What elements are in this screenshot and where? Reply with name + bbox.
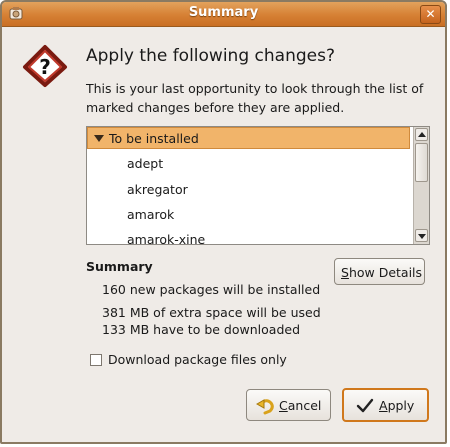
list-item[interactable]: akregator <box>127 182 188 197</box>
svg-text:?: ? <box>39 55 51 79</box>
show-details-label: Show Details <box>341 265 423 280</box>
list-item[interactable]: amarok <box>127 207 174 222</box>
scroll-down-button[interactable] <box>415 229 428 242</box>
summary-line: 381 MB of extra space will be used <box>102 305 321 320</box>
list-item[interactable]: adept <box>127 156 163 171</box>
download-only-label[interactable]: Download package files only <box>108 352 287 367</box>
checkmark-icon <box>356 398 374 413</box>
cancel-label: Cancel <box>279 398 322 413</box>
summary-dialog: Summary ✕ ? Apply the following changes?… <box>0 0 447 444</box>
summary-line: 133 MB have to be downloaded <box>102 322 300 337</box>
close-icon: ✕ <box>425 7 436 21</box>
list-item[interactable]: amarok-xine <box>127 232 205 244</box>
list-scrollbar[interactable] <box>413 127 429 244</box>
apply-label: Apply <box>379 398 415 413</box>
group-label: To be installed <box>109 131 199 146</box>
summary-line: 160 new packages will be installed <box>102 282 321 297</box>
title-bar[interactable]: Summary ✕ <box>2 2 445 27</box>
show-details-button[interactable]: Show Details <box>334 258 425 285</box>
scroll-up-button[interactable] <box>415 128 428 141</box>
undo-arrow-icon <box>256 399 274 415</box>
dialog-heading: Apply the following changes? <box>86 46 335 66</box>
cancel-button[interactable]: Cancel <box>246 389 331 421</box>
dialog-description: This is your last opportunity to look th… <box>86 81 424 115</box>
close-button[interactable]: ✕ <box>420 5 441 24</box>
list-group-to-be-installed[interactable]: To be installed <box>87 127 410 149</box>
scroll-thumb[interactable] <box>415 143 428 182</box>
changes-list[interactable]: To be installed adept akregator amarok a… <box>86 126 430 245</box>
apply-button[interactable]: Apply <box>342 388 429 422</box>
window-title: Summary <box>188 5 259 20</box>
download-only-checkbox[interactable] <box>90 354 102 366</box>
arrow-down-icon <box>418 234 426 239</box>
expander-triangle-icon[interactable] <box>94 135 104 142</box>
summary-heading: Summary <box>86 259 153 274</box>
warning-question-icon: ? <box>23 45 67 87</box>
arrow-up-icon <box>418 132 426 137</box>
